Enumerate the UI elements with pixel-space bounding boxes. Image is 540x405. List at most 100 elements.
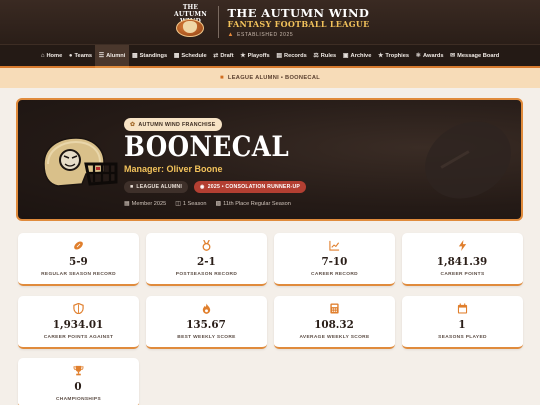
users-icon: ● <box>68 52 73 59</box>
stat-card-best-weekly-score: 135.67 BEST WEEKLY SCORE <box>146 296 267 349</box>
nav-label: Archive <box>350 52 372 59</box>
alumni-chip-text: LEAGUE ALUMNI <box>136 184 182 190</box>
award-icon: ⚛ <box>415 53 422 59</box>
stat-card-career-record: 7-10 CAREER RECORD <box>274 233 395 286</box>
nav-alumni[interactable]: ☰ Alumni <box>95 45 129 68</box>
nav-label: Draft <box>220 52 234 59</box>
stat-label: SEASONS PLAYED <box>438 335 487 340</box>
leaf-icon: ✿ <box>130 122 136 128</box>
nav-playoffs[interactable]: ★ Playoffs <box>237 45 273 66</box>
hero-chips: ■ LEAGUE ALUMNI ◉ 2025 • CONSOLATION RUN… <box>124 181 312 193</box>
stat-label: CAREER POINTS AGAINST <box>43 335 114 340</box>
chart-icon: ▤ <box>276 53 282 59</box>
nav-label: Alumni <box>106 52 126 59</box>
member-since: ▦ Member 2025 <box>124 200 167 208</box>
main-nav: ⌂ Home ● Teams ☰ Alumni ▩ Standings ▦ Schedul… <box>0 44 540 68</box>
home-icon: ⌂ <box>40 52 45 59</box>
season-result-chip: ◉ 2025 • CONSOLATION RUNNER-UP <box>193 181 307 193</box>
nav-archive[interactable]: ▣ Archive <box>340 45 375 66</box>
team-helmet-logo <box>43 137 118 187</box>
league-logo[interactable]: THE AUTUMN WIND <box>170 3 210 41</box>
line-chart-icon <box>329 239 341 251</box>
stat-value: 1 <box>458 317 467 331</box>
nav-label: Home <box>46 52 63 59</box>
stat-card-career-points: 1,841.39 CAREER POINTS <box>402 233 523 286</box>
brand-block: THE AUTUMN WIND FANTASY FOOTBALL LEAGUE … <box>227 7 369 38</box>
nav-label: Awards <box>423 52 444 59</box>
trophy-icon: ★ <box>240 53 246 59</box>
podium-icon: ▩ <box>215 201 222 207</box>
breadcrumb: ■ LEAGUE ALUMNI • BOONECAL <box>0 68 540 88</box>
hero-meta: ▦ Member 2025 ◫ 1 Season ▩ 11th Place Re… <box>124 200 312 208</box>
nav-home[interactable]: ⌂ Home <box>38 45 66 66</box>
stat-value: 7-10 <box>321 254 348 268</box>
nav-trophies[interactable]: ★ Trophies <box>375 45 413 66</box>
stat-label: AVERAGE WEEKLY SCORE <box>299 335 370 340</box>
building-icon: ■ <box>219 75 224 81</box>
nav-label: Playoffs <box>247 52 270 59</box>
nav-schedule[interactable]: ▦ Schedule <box>170 45 210 66</box>
bolt-icon <box>457 239 469 251</box>
calculator-icon <box>329 302 341 314</box>
franchise-badge-text: AUTUMN WIND FRANCHISE <box>138 121 216 128</box>
nav-label: Teams <box>74 52 93 59</box>
calendar-icon: ▦ <box>173 53 180 59</box>
shield-icon <box>73 302 85 314</box>
stat-value: 1,934.01 <box>53 317 104 331</box>
site-subtitle: FANTASY FOOTBALL LEAGUE <box>227 18 370 29</box>
building-icon: ■ <box>130 184 134 190</box>
member-since-text: Member 2025 <box>131 200 167 207</box>
podium-icon: ▩ <box>131 53 138 59</box>
nav-rules[interactable]: ⚖ Rules <box>310 45 339 66</box>
nav-standings[interactable]: ▩ Standings <box>129 45 171 66</box>
stat-card-championships: 0 CHAMPIONSHIPS <box>18 358 139 405</box>
stat-card-career-points-against: 1,934.01 CAREER POINTS AGAINST <box>18 296 139 349</box>
stat-card-regular-season-record: 5-9 REGULAR SEASON RECORD <box>18 233 139 286</box>
stat-label: POSTSEASON RECORD <box>175 272 238 277</box>
stat-label: BEST WEEKLY SCORE <box>177 335 236 340</box>
breadcrumb-text: LEAGUE ALUMNI • BOONECAL <box>227 75 321 81</box>
stat-label: CAREER RECORD <box>311 272 358 277</box>
flame-icon: ▲ <box>227 31 235 38</box>
nav-records[interactable]: ▤ Records <box>273 45 310 66</box>
calendar-icon: ▦ <box>124 201 130 207</box>
stat-value: 0 <box>74 379 83 393</box>
stat-label: CAREER POINTS <box>440 272 485 277</box>
nav-teams[interactable]: ● Teams <box>66 45 96 66</box>
stat-value: 108.32 <box>314 317 355 331</box>
alumni-chip: ■ LEAGUE ALUMNI <box>124 181 188 193</box>
established-line: ▲ ESTABLISHED 2025 <box>227 32 369 38</box>
nav-label: Schedule <box>181 52 207 59</box>
stat-value: 5-9 <box>69 254 88 268</box>
team-hero-card: ✿ AUTUMN WIND FRANCHISE BOONECAL Manager… <box>16 98 523 221</box>
list-icon: ☰ <box>98 53 105 59</box>
nav-draft[interactable]: ⇄ Draft <box>210 45 237 66</box>
regular-season-finish: ▩ 11th Place Regular Season <box>215 200 291 208</box>
nav-label: Trophies <box>385 52 410 59</box>
layers-icon: ◫ <box>175 201 181 207</box>
stat-card-postseason-record: 2-1 POSTSEASON RECORD <box>146 233 267 286</box>
stat-label: CHAMPIONSHIPS <box>55 397 102 402</box>
medal-icon <box>201 239 213 251</box>
football-icon <box>73 239 85 251</box>
medal-icon: ◉ <box>199 184 205 190</box>
seasons-count: ◫ 1 Season <box>175 200 206 208</box>
calendar-icon <box>457 302 469 314</box>
hero-content: ✿ AUTUMN WIND FRANCHISE BOONECAL Manager… <box>124 113 312 207</box>
stat-value: 2-1 <box>197 254 216 268</box>
football-watermark-icon <box>411 106 521 214</box>
archive-icon: ▣ <box>342 53 349 59</box>
stat-value: 1,841.39 <box>437 254 488 268</box>
site-title: THE AUTUMN WIND <box>227 5 370 20</box>
draft-icon: ⇄ <box>213 53 219 59</box>
manager-name: Manager: Oliver Boone <box>124 164 223 174</box>
nav-awards[interactable]: ⚛ Awards <box>412 45 446 66</box>
nav-label: Rules <box>320 52 337 59</box>
site-header: THE AUTUMN WIND THE AUTUMN WIND FANTASY … <box>0 0 540 44</box>
trophy-icon: ★ <box>377 53 384 59</box>
nav-label: Standings <box>139 52 168 59</box>
nav-message-board[interactable]: ✉ Message Board <box>447 45 503 66</box>
team-name: BOONECAL <box>124 130 290 163</box>
scale-icon: ⚖ <box>313 53 319 59</box>
trophy-icon <box>73 364 85 376</box>
